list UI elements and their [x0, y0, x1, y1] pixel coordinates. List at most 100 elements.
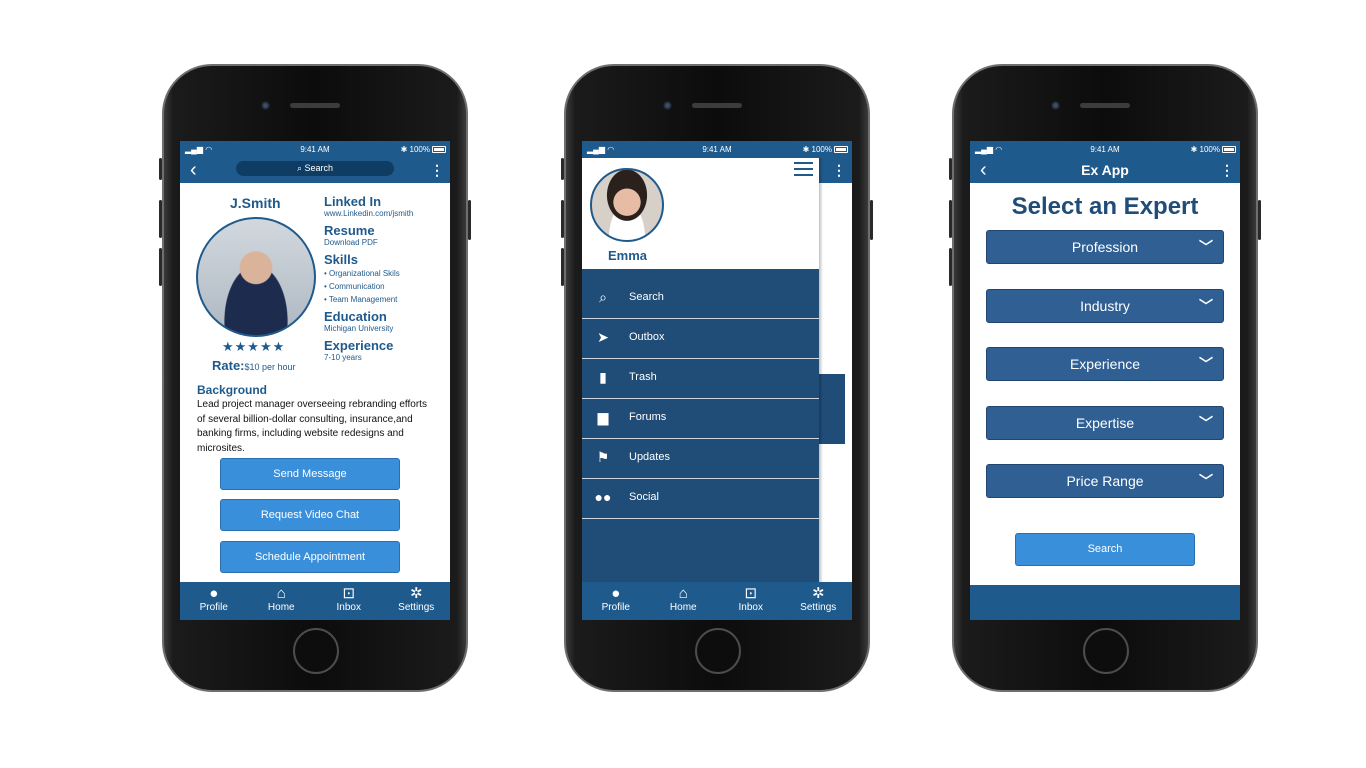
request-video-chat-button[interactable]: Request Video Chat	[220, 499, 400, 531]
dropdown-label: Price Range	[1066, 473, 1144, 489]
menu-item-trash[interactable]: ▮ Trash	[582, 359, 819, 399]
battery-icon	[834, 146, 848, 153]
linkedin-heading: Linked In	[324, 194, 382, 209]
resume-download-link[interactable]: Download PDF	[324, 238, 448, 248]
flag-icon: ⚑	[596, 449, 610, 465]
background-nav-bar: ⋮	[819, 158, 852, 183]
tab-label: Profile	[601, 602, 630, 613]
tab-label: Home	[669, 602, 697, 613]
skill-item: • Team Management	[324, 295, 398, 304]
page-title: Select an Expert	[1011, 193, 1199, 220]
battery-percent: 100%	[409, 145, 430, 154]
profile-name: J.Smith	[230, 195, 281, 211]
chevron-down-icon: ﹀	[1199, 298, 1213, 314]
price-range-dropdown[interactable]: Price Range ﹀	[986, 464, 1224, 498]
schedule-appointment-button[interactable]: Schedule Appointment	[220, 541, 400, 573]
rate-label: Rate:	[212, 358, 245, 373]
profile-screen: ▂▄▆ ◠ 9:41 AM ✱ 100% ‹ ⌕ Search ⋮ J.Smit…	[180, 141, 450, 620]
chevron-down-icon: ﹀	[1199, 239, 1213, 255]
tab-inbox[interactable]: ⊡ Inbox	[315, 582, 383, 620]
industry-dropdown[interactable]: Industry ﹀	[986, 289, 1224, 323]
battery-icon	[1222, 146, 1236, 153]
battery-indicator: ✱ 100%	[401, 141, 446, 158]
front-camera	[260, 100, 271, 111]
people-icon: ●●	[594, 489, 612, 505]
dropdown-label: Industry	[1080, 298, 1130, 314]
more-vertical-icon[interactable]: ⋮	[832, 161, 846, 179]
linkedin-link[interactable]: www.Linkedin.com/jsmith	[324, 209, 448, 219]
rate-value: $10 per hour	[244, 362, 296, 372]
home-button[interactable]	[293, 628, 339, 674]
status-bar: ▂▄▆ ◠ 9:41 AM ✱ 100%	[970, 141, 1240, 158]
experience-heading: Experience	[324, 338, 394, 353]
search-field[interactable]: ⌕ Search	[236, 161, 394, 176]
power-button	[468, 200, 471, 240]
home-button[interactable]	[1083, 628, 1129, 674]
battery-indicator: ✱ 100%	[1191, 141, 1236, 158]
resume-heading: Resume	[324, 223, 375, 238]
skill-item: • Organizational Skils	[324, 269, 400, 278]
gear-icon: ✲	[811, 585, 825, 602]
phone-select-expert: ▂▄▆ ◠ 9:41 AM ✱ 100% ‹ Ex App ⋮ Select a…	[949, 64, 1261, 692]
experience-dropdown[interactable]: Experience ﹀	[986, 347, 1224, 381]
drawer-shadow	[819, 158, 823, 582]
nav-drawer: Emma ⌕ Search ➤ Outbox ▮ Trash ▆ Forums ⚑ Upd…	[582, 158, 819, 582]
person-icon: ●	[611, 585, 621, 602]
tab-settings[interactable]: ✲ Settings	[383, 582, 451, 620]
menu-item-label: Forums	[629, 411, 667, 423]
expertise-dropdown[interactable]: Expertise ﹀	[986, 406, 1224, 440]
profile-avatar	[196, 217, 316, 337]
home-button[interactable]	[695, 628, 741, 674]
tab-label: Inbox	[738, 602, 763, 613]
skills-heading: Skills	[324, 252, 358, 267]
tab-settings[interactable]: ✲ Settings	[785, 582, 853, 620]
tab-profile[interactable]: ● Profile	[180, 582, 248, 620]
power-button	[870, 200, 873, 240]
menu-item-label: Social	[629, 491, 659, 503]
user-avatar	[590, 168, 664, 242]
search-icon: ⌕	[296, 163, 302, 173]
profession-dropdown[interactable]: Profession ﹀	[986, 230, 1224, 264]
tab-home[interactable]: ⌂ Home	[650, 582, 718, 620]
tab-label: Profile	[199, 602, 228, 613]
search-field-label: Search	[304, 163, 334, 173]
more-vertical-icon[interactable]: ⋮	[430, 161, 444, 179]
send-icon: ➤	[597, 329, 609, 345]
dropdown-label: Profession	[1071, 239, 1139, 255]
gear-icon: ✲	[409, 585, 423, 602]
search-button[interactable]: Search	[1015, 533, 1195, 566]
chevron-down-icon: ﹀	[1199, 415, 1213, 431]
mute-switch	[561, 158, 564, 180]
tab-inbox[interactable]: ⊡ Inbox	[717, 582, 785, 620]
tab-bar: ● Profile ⌂ Home ⊡ Inbox ✲ Settings	[180, 582, 450, 620]
battery-indicator: ✱ 100%	[803, 141, 848, 158]
tab-home[interactable]: ⌂ Home	[248, 582, 316, 620]
chevron-left-icon[interactable]: ‹	[190, 160, 197, 180]
menu-item-outbox[interactable]: ➤ Outbox	[582, 319, 819, 359]
mute-switch	[159, 158, 162, 180]
experience-value: 7-10 years	[324, 353, 362, 362]
tab-label: Inbox	[336, 602, 361, 613]
person-icon: ●	[209, 585, 219, 602]
menu-item-social[interactable]: ●● Social	[582, 479, 819, 519]
app-title: Ex App	[1081, 162, 1129, 178]
menu-item-updates[interactable]: ⚑ Updates	[582, 439, 819, 479]
volume-down-button	[159, 248, 162, 286]
home-icon: ⌂	[276, 585, 286, 602]
menu-item-forums[interactable]: ▆ Forums	[582, 399, 819, 439]
user-name: Emma	[608, 248, 648, 263]
menu-item-label: Outbox	[629, 331, 665, 343]
send-message-button[interactable]: Send Message	[220, 458, 400, 490]
menu-item-search[interactable]: ⌕ Search	[582, 279, 819, 319]
tab-profile[interactable]: ● Profile	[582, 582, 650, 620]
phone-menu: ▂▄▆ ◠ 9:41 AM ✱ 100% ⋮ Emma ⌕ Search ➤ Out…	[561, 64, 873, 692]
tab-label: Home	[267, 602, 295, 613]
search-icon: ⌕	[599, 289, 607, 305]
hamburger-menu-icon[interactable]	[794, 162, 813, 176]
drawer-header: Emma	[582, 158, 819, 269]
mute-switch	[949, 158, 952, 180]
more-vertical-icon[interactable]: ⋮	[1220, 161, 1234, 179]
volume-up-button	[561, 200, 564, 238]
chevron-down-icon: ﹀	[1199, 473, 1213, 489]
volume-up-button	[159, 200, 162, 238]
